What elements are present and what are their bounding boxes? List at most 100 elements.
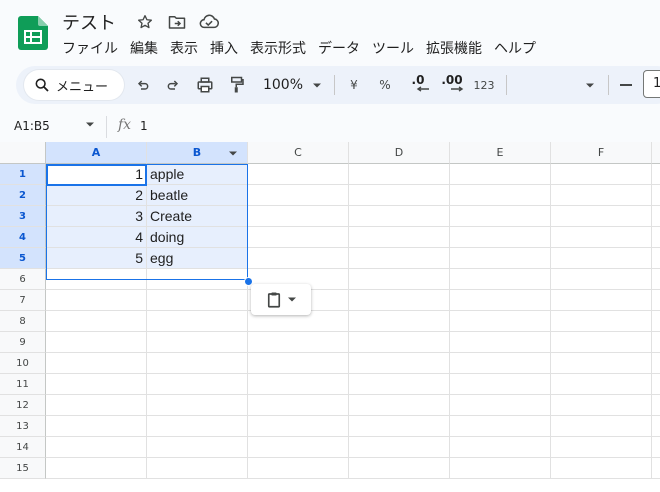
cell[interactable] [652,311,660,332]
format-currency-button[interactable]: ¥ [344,74,364,96]
folder-move-icon[interactable] [166,11,188,33]
menu-format[interactable]: 表示形式 [250,38,306,58]
menu-help[interactable]: ヘルプ [494,38,536,58]
spreadsheet-grid[interactable]: A B C D E F 1 1 apple 2 2 beatle 3 3 Create 4 4 doi… [0,142,660,492]
cell[interactable] [46,311,147,332]
cell[interactable]: Create [147,206,248,227]
font-family-dropdown[interactable] [580,74,600,96]
cell[interactable] [450,395,551,416]
cell[interactable] [147,332,248,353]
cell[interactable]: apple [147,164,248,185]
cell[interactable] [652,185,660,206]
font-size-decrease-button[interactable] [616,74,636,96]
cell[interactable] [349,290,450,311]
row-header[interactable]: 10 [0,353,46,374]
cell[interactable] [450,269,551,290]
cell[interactable] [349,416,450,437]
cell[interactable] [46,437,147,458]
cell[interactable]: 3 [46,206,147,227]
star-icon[interactable] [134,11,156,33]
column-header-b[interactable]: B [147,142,248,164]
cell[interactable] [147,290,248,311]
paste-options-button[interactable] [251,284,311,315]
row-header[interactable]: 2 [0,185,46,206]
cell[interactable] [248,458,349,479]
cell[interactable] [248,227,349,248]
cell[interactable] [551,227,652,248]
name-box[interactable]: A1:B5 [14,119,50,133]
cell[interactable] [248,353,349,374]
cell[interactable] [652,374,660,395]
document-title[interactable]: テスト [62,9,116,35]
cell[interactable] [349,332,450,353]
format-percent-button[interactable]: % [374,74,396,96]
menu-insert[interactable]: 挿入 [210,38,238,58]
cell[interactable] [248,395,349,416]
cell[interactable] [147,374,248,395]
column-header-c[interactable]: C [248,142,349,164]
cell[interactable] [248,416,349,437]
cell[interactable]: 5 [46,248,147,269]
row-header[interactable]: 1 [0,164,46,185]
cell[interactable] [652,332,660,353]
cell[interactable] [450,290,551,311]
cell[interactable] [652,458,660,479]
cell[interactable] [46,332,147,353]
cell[interactable] [551,164,652,185]
column-header-g[interactable] [652,142,660,164]
print-button[interactable] [194,74,216,96]
cell[interactable] [147,311,248,332]
font-size-input[interactable]: 1 [643,70,660,98]
redo-button[interactable] [162,74,184,96]
cell[interactable] [147,269,248,290]
cell[interactable] [46,458,147,479]
cell[interactable] [450,248,551,269]
cell[interactable] [349,395,450,416]
cell[interactable] [450,332,551,353]
menu-extensions[interactable]: 拡張機能 [426,38,482,58]
cell[interactable]: beatle [147,185,248,206]
cell[interactable] [46,353,147,374]
cell[interactable] [46,269,147,290]
menu-file[interactable]: ファイル [62,38,118,58]
row-header[interactable]: 14 [0,437,46,458]
cell[interactable] [450,164,551,185]
more-formats-button[interactable]: 123 [470,74,498,96]
sheets-logo-icon[interactable] [18,16,48,50]
cell[interactable] [652,353,660,374]
cell[interactable] [349,227,450,248]
cell[interactable] [551,353,652,374]
cell[interactable] [551,374,652,395]
cell[interactable] [349,374,450,395]
row-header[interactable]: 13 [0,416,46,437]
cell[interactable] [147,395,248,416]
column-header-a[interactable]: A [46,142,147,164]
undo-button[interactable] [132,74,154,96]
cell[interactable] [46,374,147,395]
cell[interactable] [46,416,147,437]
increase-decimal-button[interactable]: .00 [438,72,466,94]
menu-view[interactable]: 表示 [170,38,198,58]
row-header[interactable]: 4 [0,227,46,248]
cell[interactable] [248,185,349,206]
cell[interactable] [551,185,652,206]
cell[interactable] [652,395,660,416]
cell[interactable] [551,437,652,458]
cell[interactable] [652,269,660,290]
column-header-e[interactable]: E [450,142,551,164]
cell[interactable] [450,416,551,437]
column-header-d[interactable]: D [349,142,450,164]
cell[interactable]: 1 [46,164,147,185]
cell[interactable] [450,458,551,479]
cell[interactable] [147,437,248,458]
cell[interactable] [248,374,349,395]
row-header[interactable]: 8 [0,311,46,332]
cell[interactable] [248,332,349,353]
cell[interactable] [551,332,652,353]
cell[interactable] [551,248,652,269]
cell[interactable] [652,227,660,248]
cell[interactable] [450,206,551,227]
cell[interactable] [652,437,660,458]
cloud-icon[interactable] [198,11,220,33]
cell[interactable] [450,353,551,374]
